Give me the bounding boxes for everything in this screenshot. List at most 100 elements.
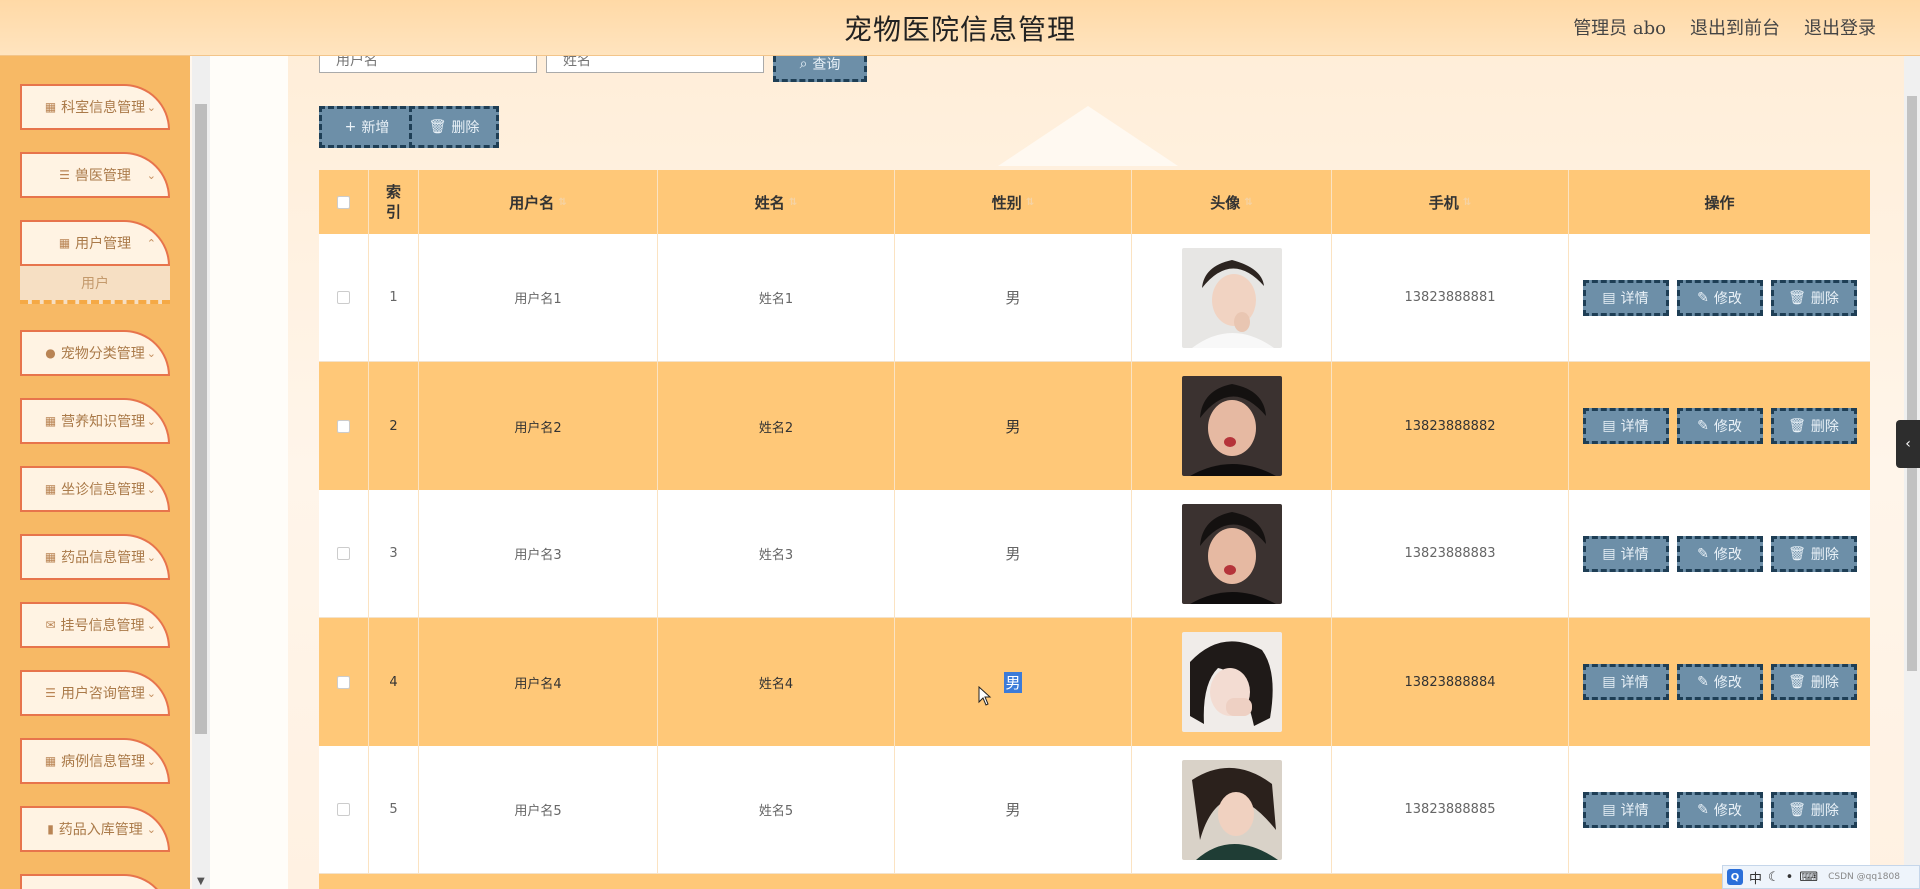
sidebar-item-pet-category[interactable]: ● 宠物分类管理 ⌄ xyxy=(20,330,170,376)
sidebar-item-consult[interactable]: ☰ 用户咨询管理 ⌄ xyxy=(20,670,170,716)
header-phone[interactable]: 手机 ⇅ xyxy=(1332,170,1569,234)
ime-logo-icon[interactable]: Q xyxy=(1727,869,1743,885)
pencil-icon: ✎ xyxy=(1697,674,1709,690)
edit-button[interactable]: ✎ 修改 xyxy=(1676,535,1763,572)
sidebar-item-registration[interactable]: ✉ 挂号信息管理 ⌄ xyxy=(20,602,170,648)
chevron-down-icon: ⌄ xyxy=(146,822,156,836)
user-avatar-image[interactable] xyxy=(1181,503,1282,604)
keyboard-icon[interactable]: ⌨ xyxy=(1799,870,1818,885)
logout-link[interactable]: 退出登录 xyxy=(1804,14,1876,40)
delete-button[interactable]: 🗑 删除 xyxy=(1770,664,1857,700)
row-checkbox[interactable] xyxy=(337,803,350,816)
sidebar-item-users[interactable]: ▦ 用户管理 ⌃ xyxy=(20,220,170,266)
moon-icon[interactable]: ☾ xyxy=(1768,870,1780,885)
header-username[interactable]: 用户名 ⇅ xyxy=(419,170,658,234)
sidebar-item-bottom-partial[interactable] xyxy=(20,874,170,889)
header-avatar[interactable]: 头像 ⇅ xyxy=(1132,170,1332,234)
sort-icon[interactable]: ⇅ xyxy=(1244,197,1252,208)
sort-icon[interactable]: ⇅ xyxy=(558,197,566,208)
row-username: 用户名5 xyxy=(419,746,658,873)
row-checkbox[interactable] xyxy=(337,419,350,433)
sort-icon[interactable]: ⇅ xyxy=(1026,197,1034,208)
submenu-item-label: 用户 xyxy=(81,276,109,292)
edit-button[interactable]: ✎ 修改 xyxy=(1676,408,1763,444)
sort-icon[interactable]: ⇅ xyxy=(789,197,797,208)
admin-label[interactable]: 管理员 abo xyxy=(1573,14,1666,40)
trash-icon: 🗑 xyxy=(1788,674,1806,690)
row-index: 3 xyxy=(369,490,419,617)
add-button[interactable]: + 新增 xyxy=(319,106,415,148)
header-gender[interactable]: 性别 ⇅ xyxy=(895,170,1132,234)
sidebar-scrollbar-thumb[interactable] xyxy=(195,104,207,734)
bar-chart-icon: ▮ xyxy=(47,822,54,836)
user-avatar-image[interactable] xyxy=(1181,759,1282,860)
detail-button[interactable]: ▤ 详情 xyxy=(1582,535,1669,572)
sidebar-item-stock-in[interactable]: ▮ 药品入库管理 ⌄ xyxy=(20,806,170,852)
header-select-all[interactable] xyxy=(319,170,369,234)
user-avatar-image[interactable] xyxy=(1181,247,1282,348)
top-right-links: 管理员 abo 退出到前台 退出登录 xyxy=(1573,14,1876,40)
ime-language[interactable]: 中 xyxy=(1749,868,1762,887)
row-checkbox[interactable] xyxy=(337,675,350,689)
row-phone: 13823888883 xyxy=(1332,490,1569,617)
chevron-down-icon: ⌄ xyxy=(146,482,156,496)
exit-to-front-link[interactable]: 退出到前台 xyxy=(1690,14,1780,40)
batch-delete-button[interactable]: 🗑 删除 xyxy=(409,106,499,148)
pencil-icon: ✎ xyxy=(1697,801,1709,818)
grid-icon: ▦ xyxy=(58,236,71,250)
delete-button[interactable]: 🗑 删除 xyxy=(1770,791,1857,828)
submenu-item-user[interactable]: 用户 xyxy=(20,266,170,304)
sidebar-item-nutrition[interactable]: ▦ 营养知识管理 ⌄ xyxy=(20,398,170,444)
chevron-down-icon: ⌄ xyxy=(146,754,156,768)
table-row: 4 用户名4 姓名4 男 13823888884 ▤ 详情 ✎ 修改 🗑 删除 xyxy=(319,618,1870,746)
sidebar-item-label: 坐诊信息管理 xyxy=(61,482,146,498)
pencil-icon: ✎ xyxy=(1697,418,1709,434)
person-icon: ● xyxy=(45,346,56,360)
collapse-panel-toggle[interactable]: ‹ xyxy=(1896,420,1920,468)
user-avatar-image[interactable] xyxy=(1181,376,1282,476)
grid-icon: ▦ xyxy=(44,414,57,428)
sidebar-item-label: 药品入库管理 xyxy=(58,822,143,838)
sidebar-item-label: 挂号信息管理 xyxy=(60,618,145,634)
row-index: 1 xyxy=(369,234,419,361)
delete-button[interactable]: 🗑 删除 xyxy=(1770,408,1857,444)
edit-button[interactable]: ✎ 修改 xyxy=(1676,791,1763,828)
sidebar-scrollbar[interactable]: ▼ xyxy=(192,56,210,889)
sort-icon[interactable]: ⇅ xyxy=(1463,197,1471,208)
dot-icon[interactable]: • xyxy=(1786,870,1794,885)
row-phone: 13823888882 xyxy=(1332,362,1569,490)
delete-button[interactable]: 🗑 删除 xyxy=(1770,535,1857,572)
watermark: CSDN @qq1808 xyxy=(1828,872,1900,882)
detail-button[interactable]: ▤ 详情 xyxy=(1582,408,1669,444)
select-all-checkbox[interactable] xyxy=(337,195,350,209)
table-header: 索引 用户名 ⇅ 姓名 ⇅ 性别 ⇅ 头像 ⇅ 手机 ⇅ 操作 xyxy=(319,170,1870,234)
sidebar-item-label: 用户管理 xyxy=(75,236,132,252)
list-icon: ☰ xyxy=(59,168,70,182)
detail-button[interactable]: ▤ 详情 xyxy=(1582,664,1669,700)
table-row-partial xyxy=(319,874,1870,889)
pencil-icon: ✎ xyxy=(1697,289,1709,306)
page-scrollbar[interactable] xyxy=(1904,56,1920,889)
row-checkbox[interactable] xyxy=(337,291,350,304)
document-icon: ▤ xyxy=(1602,289,1616,306)
user-avatar-image[interactable] xyxy=(1181,632,1282,732)
chevron-down-icon: ⌄ xyxy=(146,618,156,632)
delete-button[interactable]: 🗑 删除 xyxy=(1770,279,1857,316)
header-name[interactable]: 姓名 ⇅ xyxy=(658,170,895,234)
sidebar-item-clinic-schedule[interactable]: ▦ 坐诊信息管理 ⌄ xyxy=(20,466,170,512)
row-checkbox[interactable] xyxy=(337,547,350,560)
list-icon: ☰ xyxy=(45,686,56,700)
detail-button[interactable]: ▤ 详情 xyxy=(1582,279,1669,316)
sidebar-item-vet[interactable]: ☰ 兽医管理 ⌄ xyxy=(20,152,170,198)
scroll-down-arrow-icon[interactable]: ▼ xyxy=(197,876,205,887)
row-name: 姓名1 xyxy=(658,234,895,361)
sidebar-item-case[interactable]: ▦ 病例信息管理 ⌄ xyxy=(20,738,170,784)
chevron-down-icon: ⌄ xyxy=(146,550,156,564)
sidebar-item-department[interactable]: ▦ 科室信息管理 ⌄ xyxy=(20,84,170,130)
page-scrollbar-thumb[interactable] xyxy=(1907,96,1917,671)
edit-button[interactable]: ✎ 修改 xyxy=(1676,664,1763,700)
edit-button[interactable]: ✎ 修改 xyxy=(1676,279,1763,316)
sidebar-item-medicine[interactable]: ▦ 药品信息管理 ⌄ xyxy=(20,534,170,580)
detail-button[interactable]: ▤ 详情 xyxy=(1582,791,1669,828)
chevron-down-icon: ⌄ xyxy=(146,414,156,428)
